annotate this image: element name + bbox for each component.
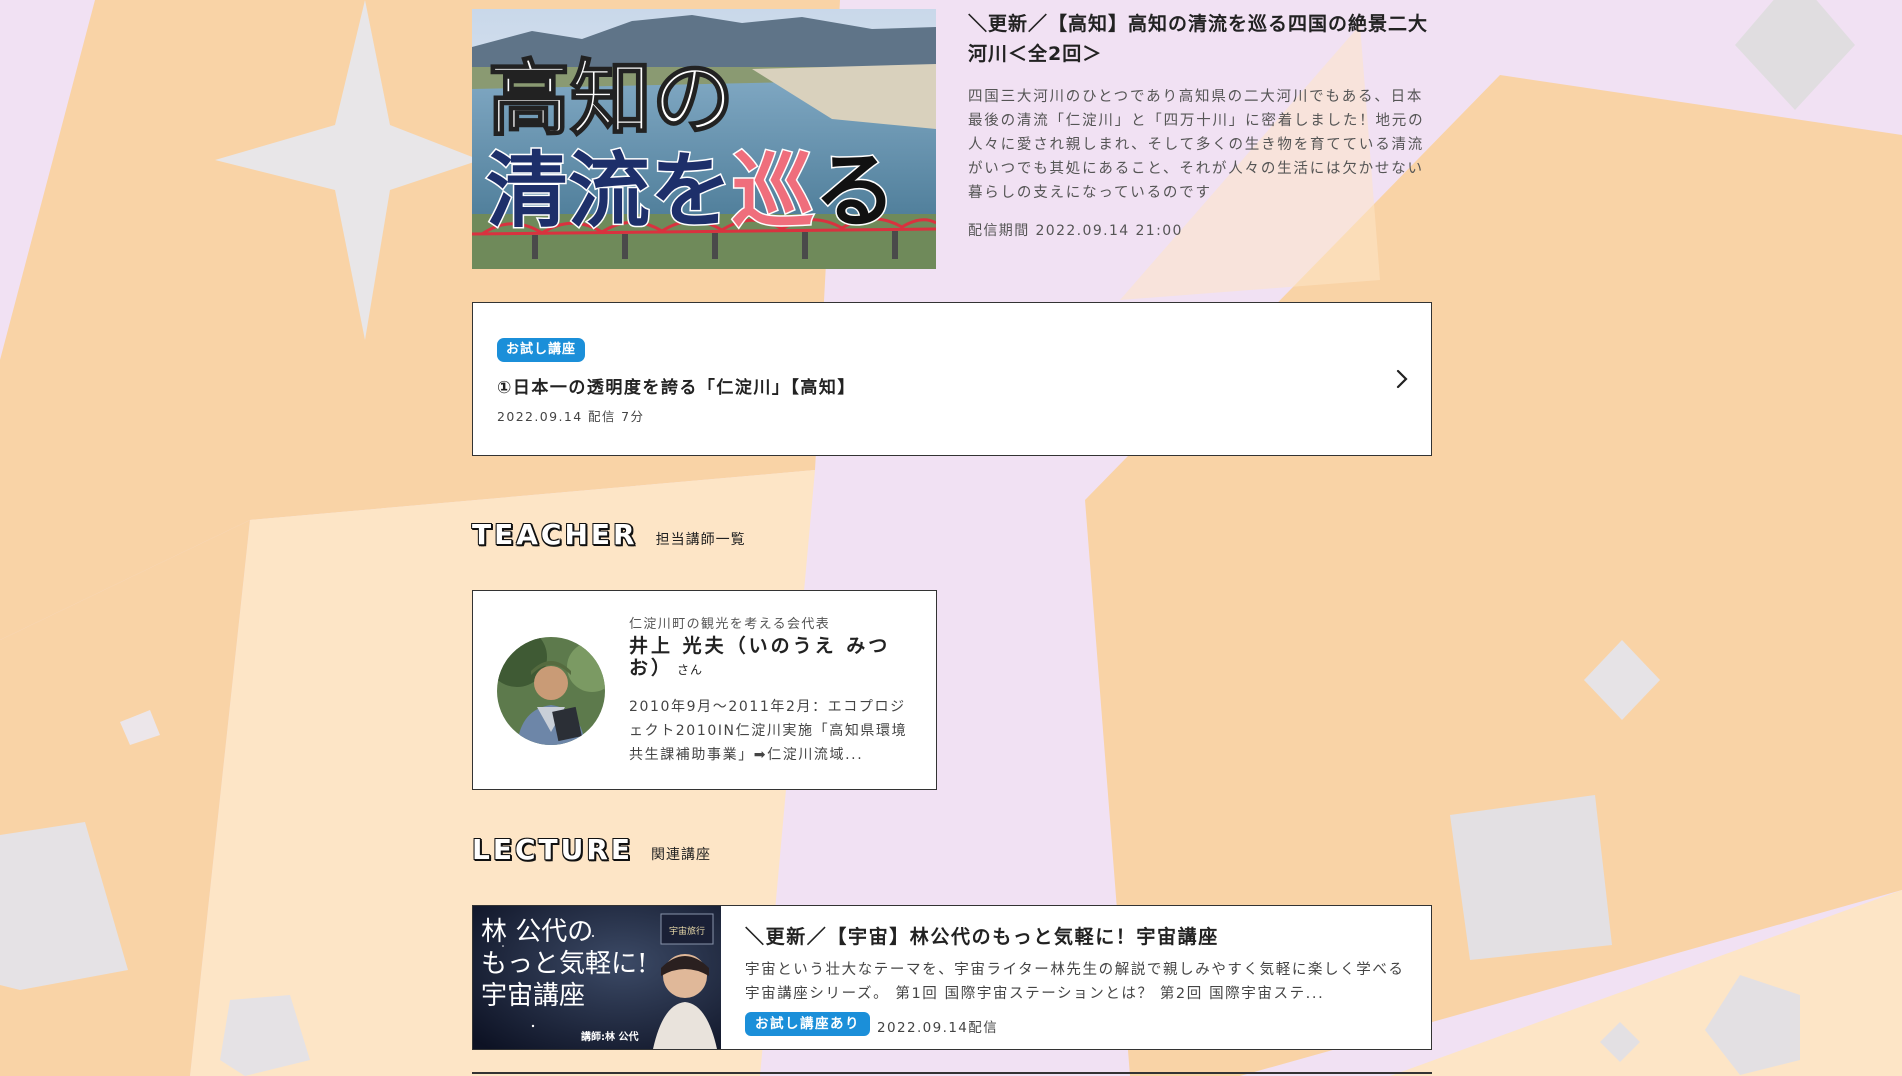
svg-text:宇宙講座: 宇宙講座 <box>481 981 585 1011</box>
teacher-name-suffix: さん <box>677 663 704 677</box>
svg-text:清流を巡る: 清流を巡る <box>486 144 896 239</box>
trial-badge: お試し講座 <box>497 338 586 362</box>
teacher-name: 井上 光夫（いのうえ みつお） さん <box>629 635 919 681</box>
teacher-bio: 2010年9月～2011年2月：エコプロジェクト2010IN仁淀川実施「高知県環… <box>629 699 908 763</box>
trial-available-badge: お試し講座あり <box>745 1012 870 1036</box>
series-info: ＼更新／【高知】高知の清流を巡る四国の絶景二大河川＜全2回＞ 四国三大河川のひと… <box>968 9 1432 240</box>
series-description: 四国三大河川のひとつであり高知県の二大河川でもある、日本最後の清流「仁淀川」と「… <box>968 89 1425 201</box>
series-title: ＼更新／【高知】高知の清流を巡る四国の絶景二大河川＜全2回＞ <box>968 13 1429 65</box>
series-thumbnail[interactable]: 高知の 清流を巡る <box>472 9 936 269</box>
svg-text:もっと気軽に!: もっと気軽に! <box>481 949 647 979</box>
chevron-right-icon <box>1396 369 1408 389</box>
svg-text:宇宙旅行: 宇宙旅行 <box>669 925 705 937</box>
svg-text:講師:林 公代: 講師:林 公代 <box>581 1030 638 1043</box>
teacher-heading-ja: 担当講師一覧 <box>655 532 746 548</box>
lecture-title: ＼更新／【宇宙】林公代のもっと気軽に！宇宙講座 <box>745 926 1219 948</box>
svg-text:林 公代の: 林 公代の <box>481 917 593 947</box>
lecture-thumbnail: 宇宙旅行 林 公代の もっと気軽に! 宇宙講座 講師:林 公代 <box>473 906 721 1049</box>
lecture-heading-en: LECTURE <box>472 833 634 866</box>
series-hero: 高知の 清流を巡る ＼更新／【高知】高知の清流を巡る四国の絶景二大河川＜全2回＞… <box>472 9 1432 271</box>
next-card-top-border <box>472 1072 1432 1074</box>
lecture-description: 宇宙という壮大なテーマを、宇宙ライター林先生の解説で親しみやすく気軽に楽しく学べ… <box>745 962 1405 1002</box>
teacher-avatar <box>497 637 605 745</box>
episode-card[interactable]: お試し講座 ①日本一の透明度を誇る「仁淀川」【高知】 2022.09.14 配信… <box>472 302 1432 456</box>
lecture-section-heading: LECTURE 関連講座 <box>472 833 711 866</box>
teacher-name-text: 井上 光夫（いのうえ みつお） <box>629 635 891 679</box>
lecture-date: 2022.09.14配信 <box>877 1020 999 1036</box>
lecture-heading-ja: 関連講座 <box>651 847 712 863</box>
episode-title: ①日本一の透明度を誇る「仁淀川」【高知】 <box>497 378 856 398</box>
episode-meta: 2022.09.14 配信 7分 <box>497 409 645 424</box>
teacher-card[interactable]: 仁淀川町の観光を考える会代表 井上 光夫（いのうえ みつお） さん 2010年9月… <box>472 590 937 790</box>
thumb-text-line1: 高知の <box>488 52 734 147</box>
teacher-role: 仁淀川町の観光を考える会代表 <box>629 617 831 632</box>
series-period: 配信期間 2022.09.14 21:00 <box>968 223 1183 239</box>
related-lecture-card[interactable]: 宇宙旅行 林 公代の もっと気軽に! 宇宙講座 講師:林 公代 ＼更新／【宇宙】… <box>472 905 1432 1050</box>
teacher-section-heading: TEACHER 担当講師一覧 <box>472 518 746 551</box>
teacher-heading-en: TEACHER <box>472 518 638 551</box>
